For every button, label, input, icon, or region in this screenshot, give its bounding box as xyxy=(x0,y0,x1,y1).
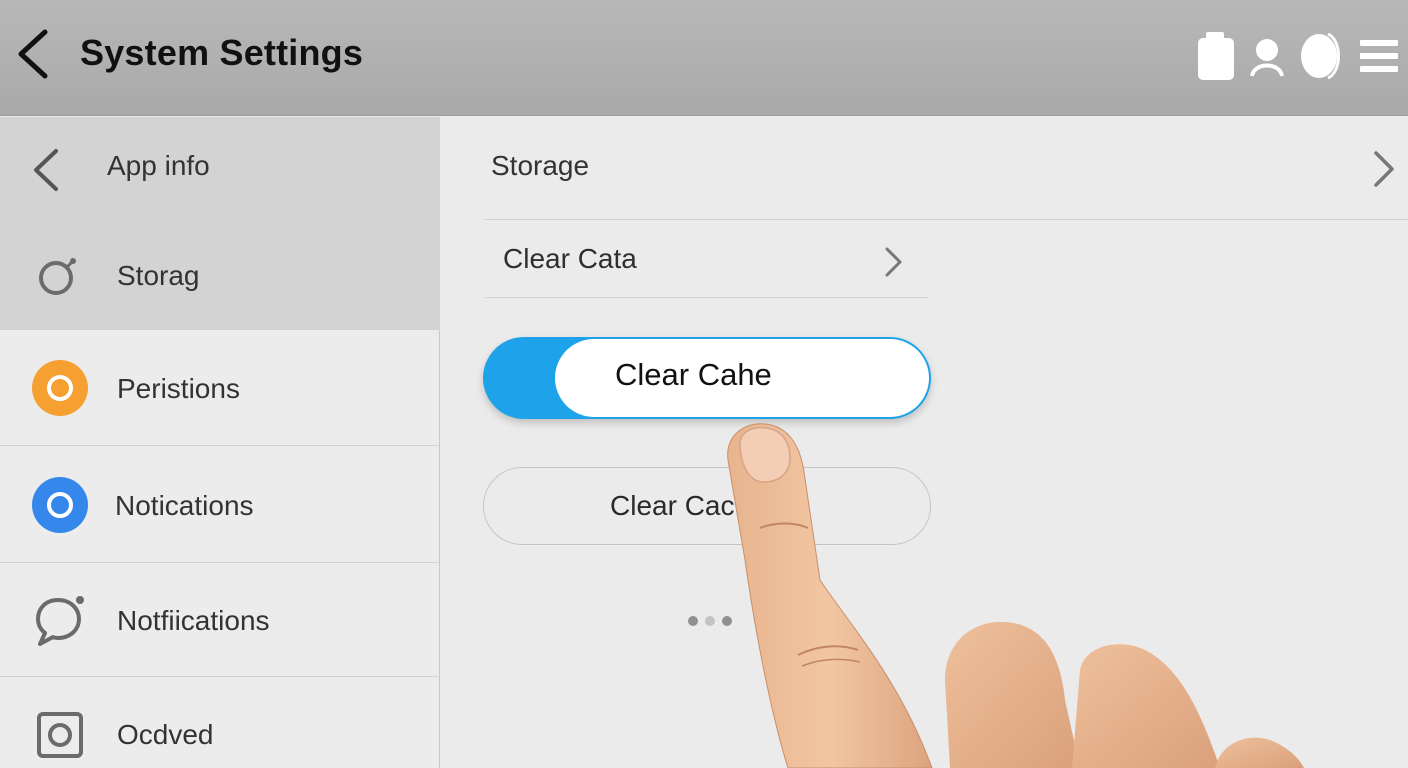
page-title: System Settings xyxy=(80,32,364,73)
chat-bubble-icon xyxy=(30,591,90,651)
top-bar: System Settings xyxy=(0,0,1408,116)
clear-cache-toggle-button[interactable]: Clear Cahe xyxy=(483,337,931,419)
sidebar-app-info-row[interactable]: App info xyxy=(0,117,440,222)
sidebar-item-notifications-2[interactable]: Notfiications xyxy=(0,563,440,677)
page-indicator xyxy=(688,616,732,626)
permissions-icon xyxy=(30,358,90,418)
sidebar-item-label: Notfiications xyxy=(117,605,270,636)
account-icon[interactable] xyxy=(1250,34,1284,78)
clear-data-label: Clear Cata xyxy=(503,243,637,274)
page-dot xyxy=(688,616,698,626)
clear-cache-toggle-label: Clear Cahe xyxy=(615,357,772,392)
page-dot xyxy=(722,616,732,626)
sidebar-item-notifications[interactable]: Notications xyxy=(0,446,440,563)
battery-icon[interactable] xyxy=(1196,30,1236,82)
sidebar-item-storage[interactable]: Storag xyxy=(0,222,440,330)
chevron-right-icon xyxy=(1368,147,1398,196)
back-arrow-icon xyxy=(18,29,48,79)
menu-icon[interactable] xyxy=(1358,36,1400,76)
sidebar-item-other[interactable]: Ocdved xyxy=(0,677,440,768)
sidebar-item-label: Peristions xyxy=(117,373,240,404)
main-panel: Storage Clear Cata Clear Cahe Clear Cac xyxy=(441,117,1408,768)
square-ring-icon xyxy=(30,705,90,765)
sidebar-item-label: Storag xyxy=(117,260,200,291)
chevron-right-icon xyxy=(881,245,905,284)
storage-icon xyxy=(30,246,90,306)
status-icons xyxy=(1196,28,1400,84)
profile-icon[interactable] xyxy=(1298,30,1344,82)
sidebar: App info Storag Peristions Notications N… xyxy=(0,117,440,768)
storage-row[interactable]: Storage xyxy=(485,117,1408,220)
sidebar-item-permissions[interactable]: Peristions xyxy=(0,330,440,446)
back-button[interactable] xyxy=(8,26,58,82)
sidebar-header-label: App info xyxy=(107,150,210,181)
clear-data-row[interactable]: Clear Cata xyxy=(485,221,929,298)
back-chevron-icon xyxy=(16,140,76,200)
clear-cache-button[interactable]: Clear Cac xyxy=(483,467,931,545)
storage-label: Storage xyxy=(491,150,590,181)
sidebar-item-label: Ocdved xyxy=(117,719,214,750)
sidebar-item-label: Notications xyxy=(115,490,254,521)
page-dot xyxy=(705,616,715,626)
notifications-icon xyxy=(30,475,90,535)
clear-cache-button-label: Clear Cac xyxy=(610,490,735,521)
